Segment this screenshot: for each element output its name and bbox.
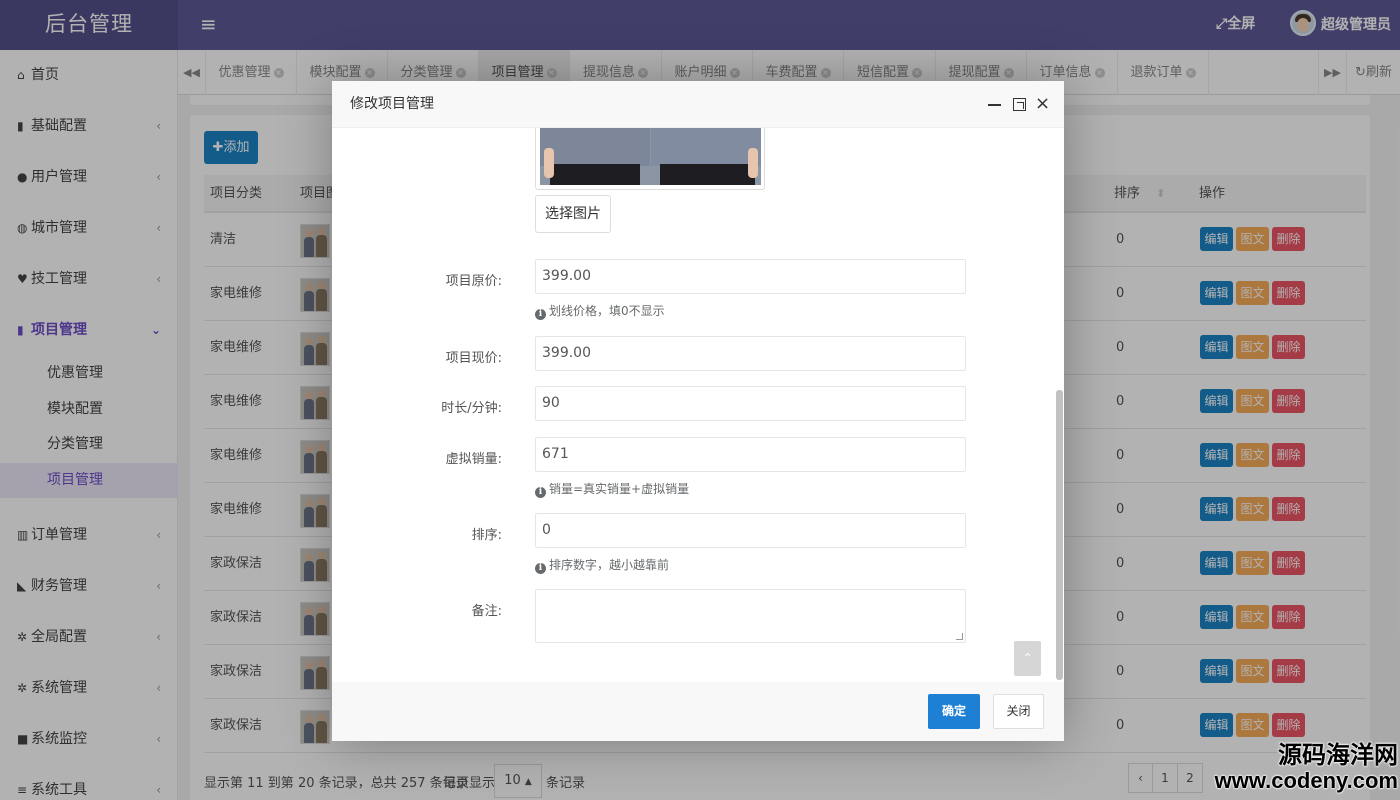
modal-body: 选择图片 项目原价: 399.00 i 划线价格，填0不显示 项目现价: 399.… [332,128,1064,682]
close-button[interactable]: 关闭 [993,694,1044,729]
virtual-sales-help-text: 销量=真实销量+虚拟销量 [549,482,690,496]
watermark-line2: www.codeny.com [1214,768,1398,793]
sort-label: 排序: [471,528,502,543]
sort-help: i 排序数字，越小越靠前 [535,556,669,574]
scroll-top-icon[interactable]: ⌃ [1014,641,1041,676]
duration-label: 时长/分钟: [441,401,502,416]
original-price-help-text: 划线价格，填0不显示 [549,304,665,318]
remark-textarea[interactable] [535,589,966,643]
info-icon: i [535,487,546,498]
info-icon: i [535,309,546,320]
minimize-icon[interactable] [988,104,1001,106]
duration-input[interactable]: 90 [535,386,966,421]
watermark-line1: 源码海洋网 [1278,741,1398,769]
sort-input[interactable]: 0 [535,513,966,548]
resize-grip-icon[interactable] [956,633,963,640]
modal-header: 修改项目管理 × [332,81,1064,128]
current-price-input[interactable]: 399.00 [535,336,966,371]
project-image-preview [535,128,765,190]
info-icon: i [535,563,546,574]
watermark: 源码海洋网 www.codeny.com [1186,742,1398,794]
remark-label: 备注: [471,604,502,619]
modal-footer: 确定 关闭 [332,682,1064,741]
sort-help-text: 排序数字，越小越靠前 [549,558,670,572]
virtual-sales-label: 虚拟销量: [445,452,502,467]
project-image [540,128,761,185]
edit-project-modal: 修改项目管理 × 选择图片 项目原价: 399.00 i 划线价格，填0不显示 项… [332,81,1064,741]
original-price-input[interactable]: 399.00 [535,259,966,294]
virtual-sales-help: i 销量=真实销量+虚拟销量 [535,480,689,498]
virtual-sales-input[interactable]: 671 [535,437,966,472]
current-price-label: 项目现价: [445,351,502,366]
choose-image-button[interactable]: 选择图片 [535,195,611,233]
original-price-help: i 划线价格，填0不显示 [535,302,665,320]
confirm-button[interactable]: 确定 [928,694,980,729]
maximize-icon[interactable] [1013,98,1026,111]
modal-scrollbar[interactable] [1056,390,1063,680]
close-icon[interactable]: × [1035,93,1050,115]
original-price-label: 项目原价: [445,274,502,289]
modal-title: 修改项目管理 [350,96,434,112]
